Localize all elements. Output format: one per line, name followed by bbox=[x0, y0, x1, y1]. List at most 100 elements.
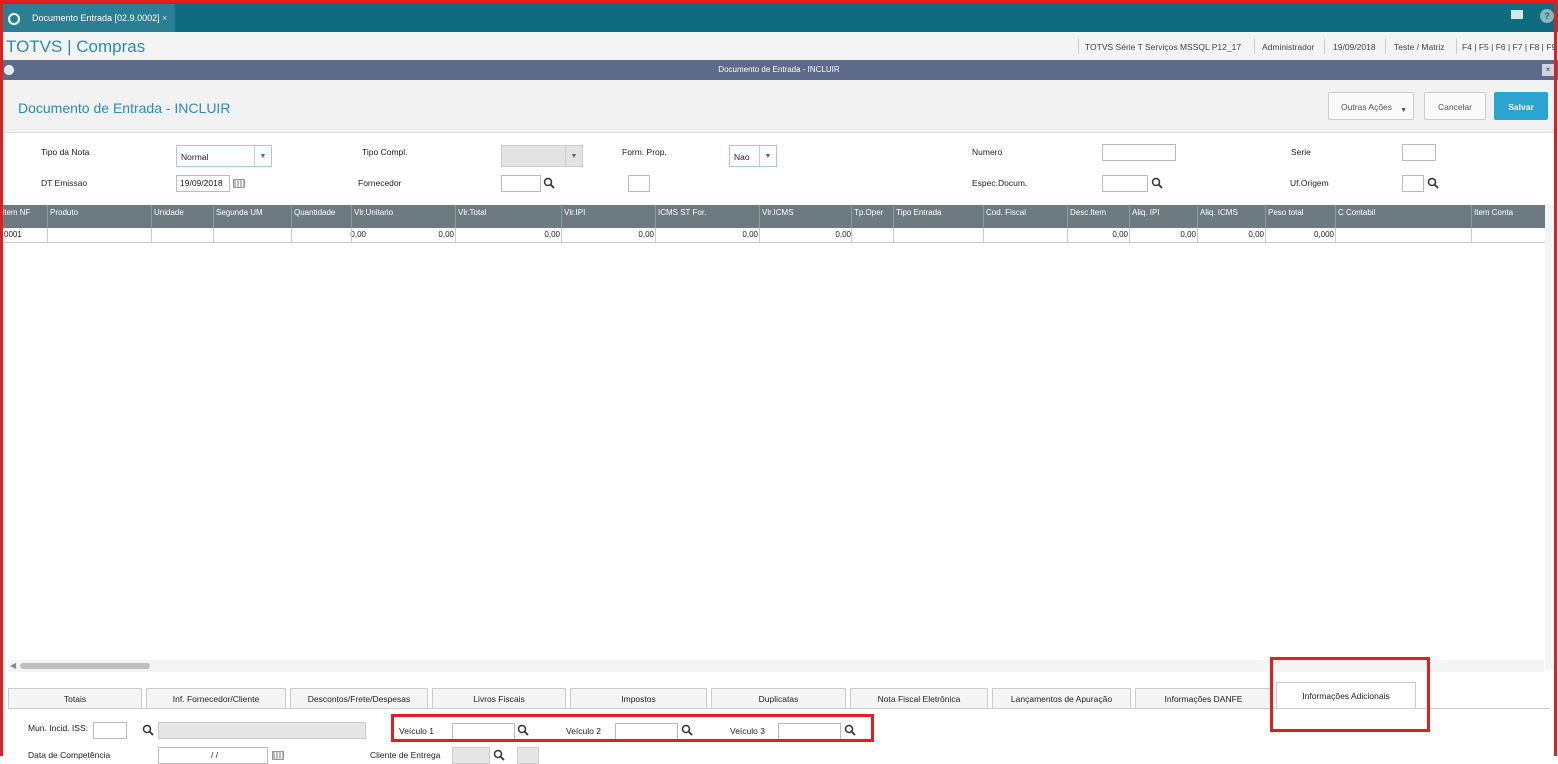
uf-origem-input[interactable] bbox=[1402, 175, 1424, 192]
column-header[interactable]: Aliq. ICMS bbox=[1200, 208, 1238, 217]
salvar-button[interactable]: Salvar bbox=[1494, 92, 1548, 120]
serie-input[interactable] bbox=[1402, 144, 1436, 161]
table-cell[interactable]: 0,00 bbox=[742, 230, 758, 239]
table-cell[interactable]: 0,000 bbox=[1314, 230, 1334, 239]
outras-acoes-button[interactable]: Outras Ações ▼ bbox=[1328, 92, 1414, 120]
column-divider[interactable] bbox=[1197, 205, 1198, 228]
tipo-compl-select[interactable]: ▼ bbox=[501, 145, 583, 167]
column-divider[interactable] bbox=[213, 205, 214, 228]
tab-1[interactable]: Inf. Fornecedor/Cliente bbox=[146, 688, 286, 708]
column-header[interactable]: Peso total bbox=[1268, 208, 1304, 217]
column-header[interactable]: Vlr.Unitario bbox=[354, 208, 393, 217]
search-icon[interactable] bbox=[543, 177, 555, 189]
column-header[interactable]: Segunda UM bbox=[216, 208, 263, 217]
vertical-scrollbar[interactable] bbox=[1545, 205, 1555, 670]
window-close-icon[interactable]: × bbox=[1542, 64, 1554, 76]
form-prop-select[interactable]: Nao ▼ bbox=[729, 145, 777, 167]
column-divider[interactable] bbox=[655, 205, 656, 228]
horizontal-scrollbar[interactable]: ◀ bbox=[8, 660, 1544, 672]
tab-3[interactable]: Livros Fiscais bbox=[432, 688, 566, 708]
fornecedor-input[interactable] bbox=[501, 175, 541, 192]
tab-7[interactable]: Lançamentos de Apuração bbox=[992, 688, 1131, 708]
table-cell[interactable]: 0,00 bbox=[638, 230, 654, 239]
column-header[interactable]: Item NF bbox=[2, 208, 30, 217]
tab-8[interactable]: Informações DANFE bbox=[1135, 688, 1272, 708]
numero-input[interactable] bbox=[1102, 144, 1176, 161]
environment-info[interactable]: TOTVS Série T Serviços MSSQL P12_17 bbox=[1085, 42, 1241, 52]
tab-5[interactable]: Duplicatas bbox=[711, 688, 846, 708]
column-header[interactable]: C Contabil bbox=[1338, 208, 1375, 217]
search-icon[interactable] bbox=[517, 724, 529, 736]
column-divider[interactable] bbox=[47, 205, 48, 228]
column-header[interactable]: Unidade bbox=[154, 208, 184, 217]
mun-incid-iss-input[interactable] bbox=[93, 722, 127, 739]
dt-emissao-input[interactable]: 19/09/2018 bbox=[176, 175, 230, 192]
tab-0[interactable]: Totais bbox=[8, 688, 142, 708]
column-header[interactable]: Aliq. IPI bbox=[1132, 208, 1160, 217]
items-grid-body[interactable] bbox=[0, 243, 1545, 660]
table-row[interactable]: 0001 0,00 0,00 0,00 0,00 0,00 0,00 0,00 0,00 0,00… bbox=[0, 228, 1545, 243]
tab-6[interactable]: Nota Fiscal Eletrônica bbox=[850, 688, 988, 708]
column-header[interactable]: Tp.Oper bbox=[854, 208, 883, 217]
calendar-icon[interactable] bbox=[233, 179, 245, 188]
column-divider[interactable] bbox=[1129, 205, 1130, 228]
search-icon[interactable] bbox=[681, 724, 693, 736]
column-divider[interactable] bbox=[851, 205, 852, 228]
column-header[interactable]: Desc.Item bbox=[1070, 208, 1106, 217]
search-icon[interactable] bbox=[142, 724, 154, 736]
column-divider[interactable] bbox=[893, 205, 894, 228]
help-icon[interactable]: ? bbox=[1540, 9, 1554, 23]
column-divider[interactable] bbox=[1067, 205, 1068, 228]
column-header[interactable]: Vlr.ICMS bbox=[762, 208, 794, 217]
search-icon[interactable] bbox=[844, 724, 856, 736]
column-header[interactable]: Vlr.IPI bbox=[564, 208, 585, 217]
veiculo1-input[interactable] bbox=[452, 723, 515, 740]
veiculo2-input[interactable] bbox=[615, 723, 678, 740]
column-header[interactable]: Vlr.Total bbox=[458, 208, 486, 217]
branch-info[interactable]: Teste / Matriz bbox=[1394, 42, 1445, 52]
table-cell[interactable]: 0,00 bbox=[1112, 230, 1128, 239]
table-cell[interactable]: 0001 bbox=[4, 230, 22, 239]
scroll-thumb[interactable] bbox=[20, 663, 150, 669]
column-divider[interactable] bbox=[1265, 205, 1266, 228]
user-info[interactable]: Administrador bbox=[1262, 42, 1314, 52]
column-header[interactable]: Item Conta bbox=[1474, 208, 1513, 217]
search-icon[interactable] bbox=[1151, 177, 1163, 189]
mail-icon[interactable] bbox=[1511, 10, 1523, 19]
table-cell[interactable]: 0,00 bbox=[350, 230, 366, 239]
tipo-nota-select[interactable]: Normal ▼ bbox=[176, 145, 272, 167]
table-cell[interactable]: 0,00 bbox=[1180, 230, 1196, 239]
shortcut-keys[interactable]: F4 | F5 | F6 | F7 | F8 | F9 bbox=[1462, 42, 1556, 52]
scroll-left-icon[interactable]: ◀ bbox=[10, 661, 16, 670]
tab-2[interactable]: Descontos/Frete/Despesas bbox=[290, 688, 428, 708]
column-divider[interactable] bbox=[1471, 205, 1472, 228]
cancelar-button[interactable]: Cancelar bbox=[1424, 92, 1486, 120]
espec-docum-input[interactable] bbox=[1102, 175, 1148, 192]
column-divider[interactable] bbox=[1335, 205, 1336, 228]
fornecedor-loja-input[interactable] bbox=[628, 175, 650, 192]
close-tab-icon[interactable]: × bbox=[162, 4, 167, 32]
tab-4[interactable]: Impostos bbox=[570, 688, 707, 708]
column-header[interactable]: Tipo Entrada bbox=[896, 208, 942, 217]
column-divider[interactable] bbox=[351, 205, 352, 228]
column-divider[interactable] bbox=[291, 205, 292, 228]
tab-9[interactable]: Informações Adicionais bbox=[1276, 682, 1416, 708]
column-divider[interactable] bbox=[151, 205, 152, 228]
column-divider[interactable] bbox=[759, 205, 760, 228]
veiculo3-input[interactable] bbox=[778, 723, 841, 740]
column-header[interactable]: Cod. Fiscal bbox=[986, 208, 1026, 217]
search-icon[interactable] bbox=[1427, 177, 1439, 189]
column-header[interactable]: ICMS ST For. bbox=[658, 208, 706, 217]
column-divider[interactable] bbox=[455, 205, 456, 228]
table-cell[interactable]: 0,00 bbox=[1248, 230, 1264, 239]
column-divider[interactable] bbox=[561, 205, 562, 228]
column-header[interactable]: Quantidade bbox=[294, 208, 335, 217]
document-tab[interactable]: Documento Entrada [02.9.0002] × bbox=[0, 4, 175, 32]
search-icon[interactable] bbox=[493, 749, 505, 761]
column-header[interactable]: Produto bbox=[50, 208, 78, 217]
date-info[interactable]: 19/09/2018 bbox=[1333, 42, 1376, 52]
table-cell[interactable]: 0,00 bbox=[835, 230, 851, 239]
column-divider[interactable] bbox=[983, 205, 984, 228]
table-cell[interactable]: 0,00 bbox=[438, 230, 454, 239]
table-cell[interactable]: 0,00 bbox=[544, 230, 560, 239]
